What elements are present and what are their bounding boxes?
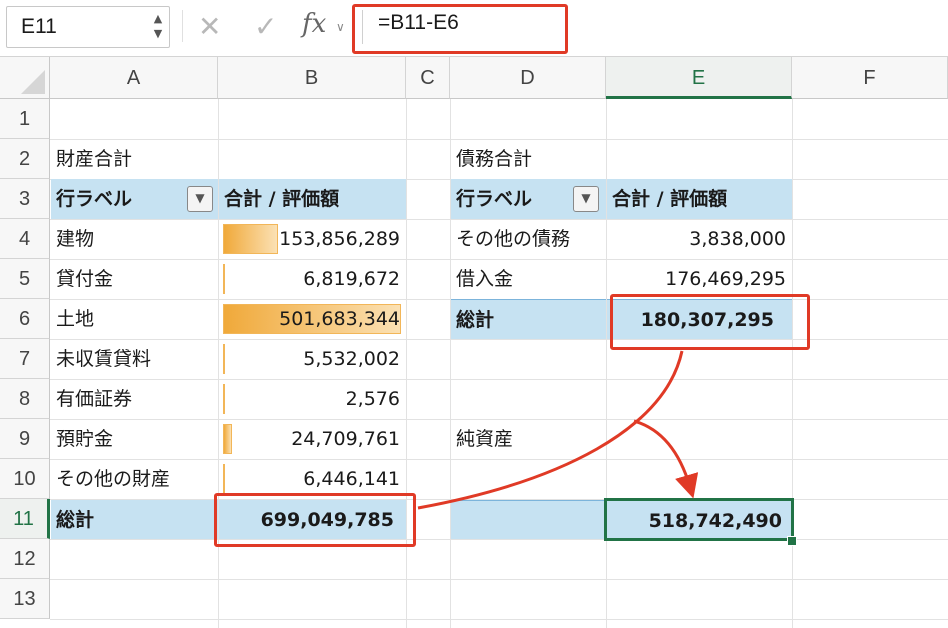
arrow-connector-line xyxy=(417,350,684,510)
arrow-to-net-assets xyxy=(633,419,699,499)
enter-check-icon[interactable]: ✓ xyxy=(254,10,277,43)
spreadsheet-grid: A B C D E F 1 2 3 4 5 6 7 8 9 10 11 12 1… xyxy=(0,57,948,628)
formula-bar-divider xyxy=(182,10,183,42)
formula-highlight-box xyxy=(352,4,568,54)
name-box-spinner-icon[interactable]: ▲ ▼ xyxy=(151,11,165,43)
cancel-x-icon[interactable]: ✕ xyxy=(198,10,221,43)
function-fx-icon[interactable]: fx xyxy=(302,9,326,39)
annotation-arrows xyxy=(417,350,699,510)
chevron-down-icon[interactable]: ∨ xyxy=(336,20,345,34)
name-box-value: E11 xyxy=(21,15,57,38)
name-box[interactable]: E11 ▲ ▼ xyxy=(6,6,170,48)
formula-bar: E11 ▲ ▼ ✕ ✓ fx ∨ =B11-E6 xyxy=(0,0,948,57)
